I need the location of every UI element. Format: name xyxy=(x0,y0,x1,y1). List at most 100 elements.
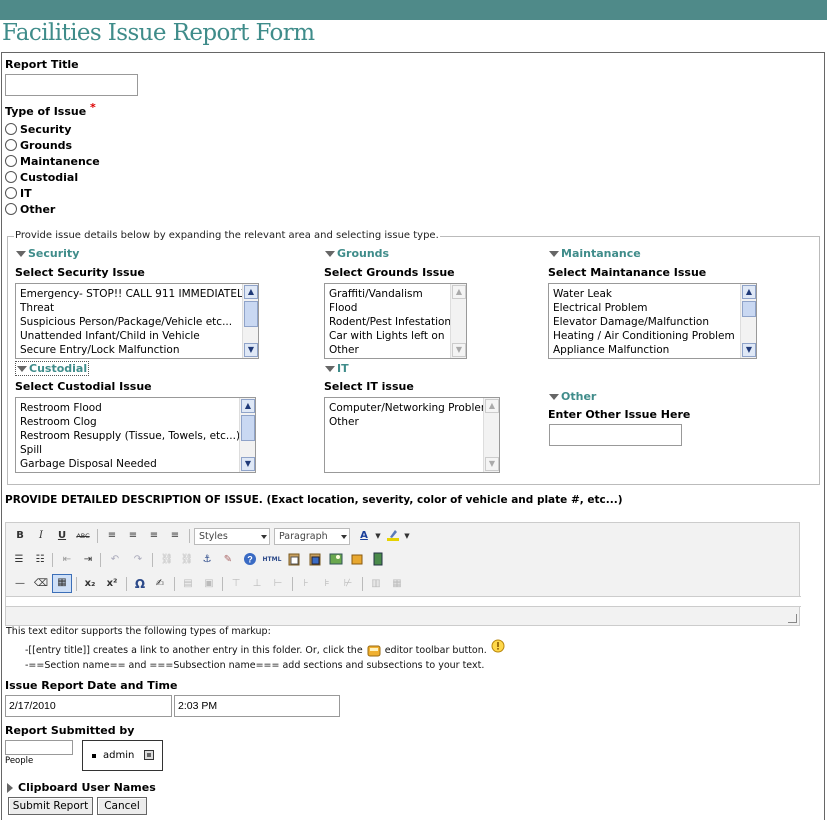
grounds-issue-list[interactable]: Graffiti/Vandalism Flood Rodent/Pest Inf… xyxy=(324,283,467,359)
radio-it[interactable]: IT xyxy=(5,185,32,201)
paste-word-icon[interactable] xyxy=(307,552,323,568)
custodial-issue-list[interactable]: Restroom Flood Restroom Clog Restroom Re… xyxy=(15,397,256,473)
list-option[interactable]: Garbage Disposal Needed xyxy=(20,457,240,471)
people-input[interactable] xyxy=(5,740,73,755)
split-cells-icon[interactable]: ▥ xyxy=(368,576,384,592)
underline-icon[interactable]: U xyxy=(54,528,70,544)
insert-image-icon[interactable] xyxy=(328,552,344,568)
radio-custodial[interactable]: Custodial xyxy=(5,169,78,185)
redo-icon[interactable]: ↷ xyxy=(130,552,146,568)
radio-button-icon[interactable] xyxy=(5,171,17,183)
scroll-thumb[interactable] xyxy=(244,301,258,327)
scrollbar[interactable]: ▲ ▼ xyxy=(483,398,499,472)
anchor-icon[interactable]: ⚓ xyxy=(199,552,215,568)
outdent-icon[interactable]: ⇤ xyxy=(59,552,75,568)
scroll-down-icon[interactable]: ▼ xyxy=(452,343,466,357)
scroll-up-icon[interactable]: ▲ xyxy=(244,285,258,299)
eraser-icon[interactable]: ⌫ xyxy=(33,576,49,592)
editor-content-area[interactable] xyxy=(6,596,801,607)
insert-row-after-icon[interactable]: ⊥ xyxy=(249,576,265,592)
help-icon[interactable]: ? xyxy=(242,552,258,568)
scroll-down-icon[interactable]: ▼ xyxy=(241,457,255,471)
remove-user-icon[interactable] xyxy=(144,750,154,760)
list-option[interactable]: Restroom Flood xyxy=(20,401,240,415)
radio-button-icon[interactable] xyxy=(5,187,17,199)
link-icon[interactable]: ⛓ xyxy=(159,552,175,568)
insert-entry-link-icon[interactable] xyxy=(349,552,365,568)
bold-icon[interactable]: B xyxy=(12,528,28,544)
delete-row-icon[interactable]: ⊢ xyxy=(270,576,286,592)
list-option[interactable]: Suspicious Person/Package/Vehicle etc... xyxy=(20,315,248,329)
insert-media-icon[interactable] xyxy=(370,552,386,568)
table-props-icon[interactable]: ▤ xyxy=(180,576,196,592)
radio-security[interactable]: Security xyxy=(5,121,71,137)
list-option[interactable]: Electrical Problem xyxy=(553,301,735,315)
html-source-icon[interactable]: HTML xyxy=(262,552,282,568)
undo-icon[interactable]: ↶ xyxy=(107,552,123,568)
scroll-down-icon[interactable]: ▼ xyxy=(742,343,756,357)
horizontal-rule-icon[interactable]: — xyxy=(12,576,28,592)
bullet-list-icon[interactable]: ☰ xyxy=(11,552,27,568)
maintanance-issue-list[interactable]: Water Leak Electrical Problem Elevator D… xyxy=(548,283,757,359)
insert-table-icon[interactable]: ▦ xyxy=(52,574,72,593)
list-option[interactable]: Elevator Damage/Malfunction xyxy=(553,315,735,329)
security-issue-list[interactable]: Emergency- STOP!! CALL 911 IMMEDIATELY T… xyxy=(15,283,259,359)
align-center-icon[interactable]: ≡ xyxy=(125,528,141,544)
scroll-up-icon[interactable]: ▲ xyxy=(241,399,255,413)
list-option[interactable]: Unattended Infant/Child in Vehicle xyxy=(20,329,248,343)
rich-text-editor[interactable]: B I U ABC ≡ ≡ ≡ ≡ Styles Paragraph A ▼ ▼… xyxy=(5,522,801,626)
italic-icon[interactable]: I xyxy=(33,528,49,544)
unlink-icon[interactable]: ⛓ xyxy=(179,552,195,568)
list-option[interactable]: Other xyxy=(329,415,491,429)
align-right-icon[interactable]: ≡ xyxy=(146,528,162,544)
list-option[interactable]: Car with Lights left on xyxy=(329,329,451,343)
resize-grip-icon[interactable] xyxy=(788,614,797,623)
indent-icon[interactable]: ⇥ xyxy=(80,552,96,568)
list-option[interactable]: Emergency- STOP!! CALL 911 IMMEDIATELY xyxy=(20,287,248,301)
list-option[interactable]: Other xyxy=(329,343,451,357)
radio-button-icon[interactable] xyxy=(5,155,17,167)
scroll-up-icon[interactable]: ▲ xyxy=(742,285,756,299)
it-issue-list[interactable]: Computer/Networking Problem Other ▲ ▼ xyxy=(324,397,500,473)
list-option[interactable]: Graffiti/Vandalism xyxy=(329,287,451,301)
list-option[interactable]: Spill xyxy=(20,443,240,457)
list-option[interactable]: Heating / Air Conditioning Problem xyxy=(553,329,735,343)
scrollbar[interactable]: ▲ ▼ xyxy=(239,398,255,472)
list-option[interactable]: Computer/Networking Problem xyxy=(329,401,491,415)
align-justify-icon[interactable]: ≡ xyxy=(167,528,183,544)
cancel-button[interactable]: Cancel xyxy=(97,797,147,815)
list-option[interactable]: Threat xyxy=(20,301,248,315)
list-option[interactable]: Water Leak xyxy=(553,287,735,301)
scrollbar[interactable]: ▲ ▼ xyxy=(450,284,466,358)
radio-grounds[interactable]: Grounds xyxy=(5,137,72,153)
edit-source-icon[interactable]: ✍ xyxy=(152,576,168,592)
list-option[interactable]: Appliance Malfunction xyxy=(553,343,735,357)
scroll-thumb[interactable] xyxy=(742,301,756,317)
list-option[interactable]: Secure Entry/Lock Malfunction xyxy=(20,343,248,357)
styles-dropdown[interactable]: Styles xyxy=(194,528,270,545)
scroll-thumb[interactable] xyxy=(241,415,255,441)
maintanance-section-toggle[interactable]: Maintanance xyxy=(549,247,641,260)
list-option[interactable]: Rodent/Pest Infestation xyxy=(329,315,451,329)
cell-props-icon[interactable]: ▣ xyxy=(201,576,217,592)
scroll-up-icon[interactable]: ▲ xyxy=(485,399,499,413)
superscript-icon[interactable]: x² xyxy=(104,576,120,592)
insert-col-before-icon[interactable]: ⊦ xyxy=(298,576,314,592)
grounds-section-toggle[interactable]: Grounds xyxy=(325,247,389,260)
submit-report-button[interactable]: Submit Report xyxy=(8,797,93,815)
delete-col-icon[interactable]: ⊬ xyxy=(340,576,356,592)
radio-button-icon[interactable] xyxy=(5,123,17,135)
custodial-section-toggle[interactable]: Custodial xyxy=(15,361,90,376)
cleanup-icon[interactable]: ✎ xyxy=(220,552,236,568)
radio-button-icon[interactable] xyxy=(5,203,17,215)
date-input[interactable] xyxy=(5,695,172,717)
special-char-icon[interactable]: Ω xyxy=(132,576,148,592)
report-title-input[interactable] xyxy=(5,74,138,96)
security-section-toggle[interactable]: Security xyxy=(16,247,79,260)
other-section-toggle[interactable]: Other xyxy=(549,390,596,403)
other-issue-input[interactable] xyxy=(549,424,682,446)
subscript-icon[interactable]: x₂ xyxy=(82,576,98,592)
format-dropdown[interactable]: Paragraph xyxy=(274,528,350,545)
chevron-down-icon[interactable]: ▼ xyxy=(399,528,415,544)
scroll-down-icon[interactable]: ▼ xyxy=(244,343,258,357)
